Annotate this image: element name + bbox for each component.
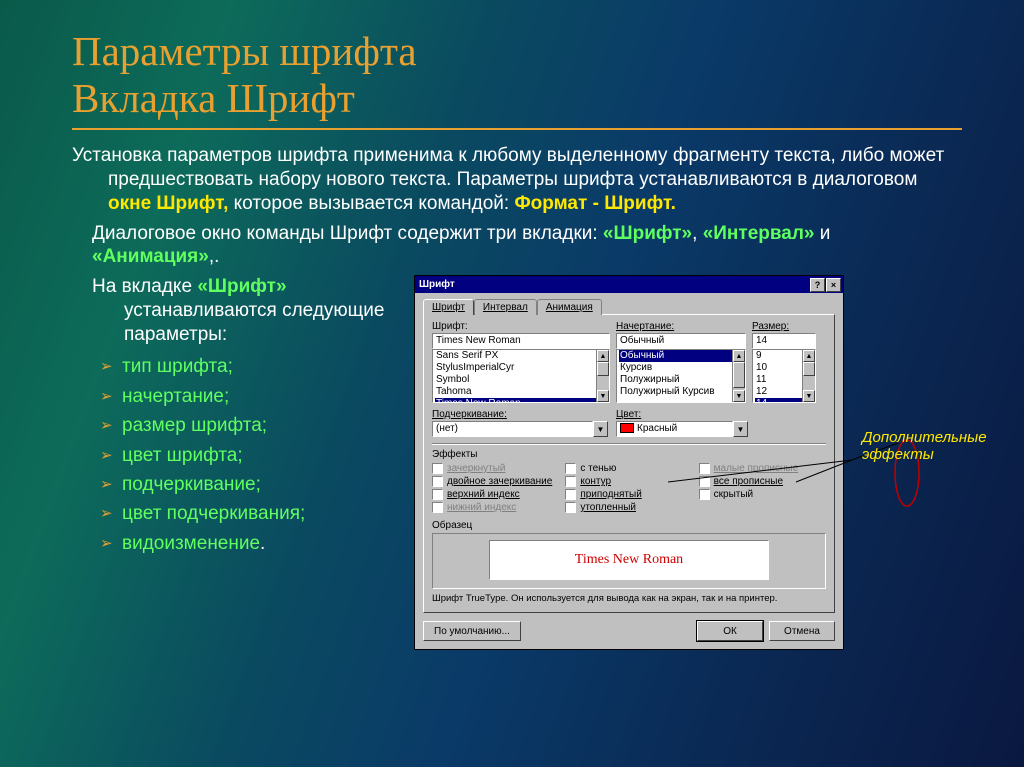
list-item: тип шрифта;: [100, 352, 404, 381]
checkbox-superscript[interactable]: верхний индекс: [432, 488, 559, 501]
checkbox-allcaps[interactable]: все прописные: [699, 475, 826, 488]
size-input[interactable]: 14: [752, 333, 816, 349]
font-listbox[interactable]: Sans Serif PX StylusImperialCyr Symbol T…: [432, 349, 610, 403]
list-item: Обычный: [619, 350, 743, 362]
callout-label: Дополнительныеэффекты: [862, 430, 987, 463]
style-input[interactable]: Обычный: [616, 333, 746, 349]
dialog-tabs: Шрифт Интервал Анимация: [423, 299, 835, 315]
list-item: Times New Roman: [435, 398, 607, 403]
dialog-wrap: Шрифт ? × Шрифт Интервал Анимация Шриф: [414, 275, 844, 650]
list-item: подчеркивание;: [100, 470, 404, 499]
effects-group: зачеркнутый двойное зачеркивание верхний…: [432, 462, 826, 514]
chevron-down-icon: ▼: [733, 421, 748, 437]
style-listbox[interactable]: Обычный Курсив Полужирный Полужирный Кур…: [616, 349, 746, 403]
checkbox-double-strike[interactable]: двойное зачеркивание: [432, 475, 559, 488]
checkbox-smallcaps[interactable]: малые прописные: [699, 462, 826, 475]
chevron-down-icon: ▼: [593, 421, 608, 437]
sample-box: Times New Roman: [432, 533, 826, 589]
list-item: StylusImperialCyr: [435, 362, 607, 374]
size-listbox[interactable]: 9 10 11 12 14 ▲▼: [752, 349, 816, 403]
font-dialog: Шрифт ? × Шрифт Интервал Анимация Шриф: [414, 275, 844, 650]
help-icon[interactable]: ?: [810, 278, 825, 292]
title-underline: [72, 128, 962, 130]
scrollbar[interactable]: ▲▼: [596, 350, 609, 402]
hint-text: Шрифт TrueType. Он используется для выво…: [432, 593, 826, 604]
ok-button[interactable]: ОК: [697, 621, 763, 641]
checkbox-emboss[interactable]: приподнятый: [565, 488, 692, 501]
list-item: Полужирный: [619, 374, 743, 386]
paragraph-3: На вкладке «Шрифт» устанавливаются следу…: [72, 275, 404, 346]
underline-combo[interactable]: (нет) ▼: [432, 421, 608, 437]
list-item: Tahoma: [435, 386, 607, 398]
effects-label: Эффекты: [432, 449, 826, 460]
checkbox-shadow[interactable]: с тенью: [565, 462, 692, 475]
checkbox-outline[interactable]: контур: [565, 475, 692, 488]
style-label: Начертание:: [616, 321, 746, 332]
scrollbar[interactable]: ▲▼: [802, 350, 815, 402]
tab-animation[interactable]: Анимация: [537, 299, 602, 315]
scrollbar[interactable]: ▲▼: [732, 350, 745, 402]
font-input[interactable]: Times New Roman: [432, 333, 610, 349]
list-item: начертание;: [100, 382, 404, 411]
font-label: Шрифт:: [432, 321, 610, 332]
checkbox-subscript[interactable]: нижний индекс: [432, 501, 559, 514]
cancel-button[interactable]: Отмена: [769, 621, 835, 641]
tab-font[interactable]: Шрифт: [423, 299, 474, 315]
list-item: Курсив: [619, 362, 743, 374]
paragraph-1: Установка параметров шрифта применима к …: [72, 144, 962, 215]
checkbox-engrave[interactable]: утопленный: [565, 501, 692, 514]
list-item: Полужирный Курсив: [619, 386, 743, 398]
list-item: размер шрифта;: [100, 411, 404, 440]
color-swatch: [620, 423, 634, 433]
color-combo[interactable]: Красный ▼: [616, 421, 748, 437]
list-item: цвет шрифта;: [100, 441, 404, 470]
dialog-titlebar[interactable]: Шрифт ? ×: [415, 276, 843, 293]
sample-label: Образец: [432, 520, 826, 531]
checkbox-strikethrough[interactable]: зачеркнутый: [432, 462, 559, 475]
list-item: Symbol: [435, 374, 607, 386]
underline-label: Подчеркивание:: [432, 409, 608, 420]
list-item: цвет подчеркивания;: [100, 499, 404, 528]
list-item: видоизменение.: [100, 529, 404, 558]
checkbox-hidden[interactable]: скрытый: [699, 488, 826, 501]
close-icon[interactable]: ×: [826, 278, 841, 292]
list-item: Sans Serif PX: [435, 350, 607, 362]
paragraph-2: Диалоговое окно команды Шрифт содержит т…: [72, 222, 962, 270]
color-label: Цвет:: [616, 409, 748, 420]
dialog-title: Шрифт: [419, 279, 455, 290]
size-label: Размер:: [752, 321, 816, 332]
tab-interval[interactable]: Интервал: [474, 299, 537, 315]
sample-text: Times New Roman: [575, 552, 683, 568]
slide-title: Параметры шрифта Вкладка Шрифт: [72, 28, 962, 122]
bullet-list: тип шрифта; начертание; размер шрифта; ц…: [72, 352, 404, 558]
default-button[interactable]: По умолчанию...: [423, 621, 521, 641]
